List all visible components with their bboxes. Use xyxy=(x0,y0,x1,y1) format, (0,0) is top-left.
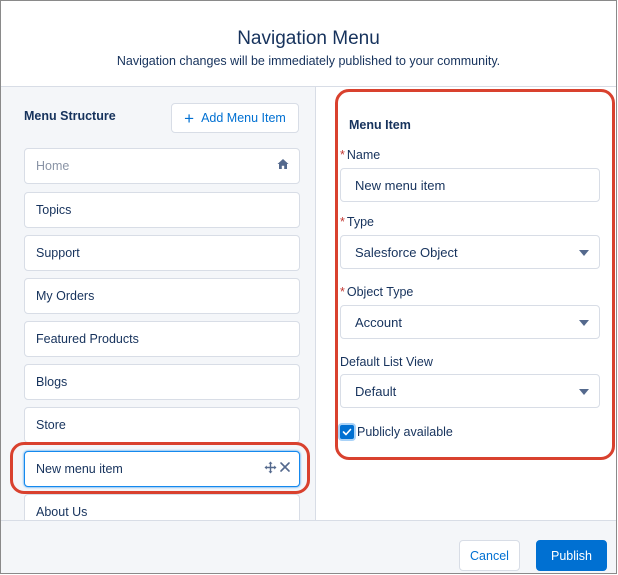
menu-item-about-us[interactable]: About Us xyxy=(24,494,300,520)
menu-item-featured-products[interactable]: Featured Products xyxy=(24,321,300,357)
add-menu-item-button[interactable]: + Add Menu Item xyxy=(171,103,299,133)
menu-item-label: Support xyxy=(36,246,80,260)
plus-icon: + xyxy=(184,108,195,128)
home-icon xyxy=(277,158,289,173)
menu-item-label: Store xyxy=(36,418,66,432)
menu-item-label: Topics xyxy=(36,203,72,217)
menu-item-label: About Us xyxy=(36,505,88,519)
menu-item-blogs[interactable]: Blogs xyxy=(24,364,300,400)
new-item-highlight-annotation xyxy=(10,442,310,494)
modal-header: Navigation Menu Navigation changes will … xyxy=(1,1,616,87)
modal-title: Navigation Menu xyxy=(237,28,380,49)
menu-structure-heading: Menu Structure xyxy=(24,109,116,123)
modal-footer: Cancel Publish xyxy=(1,520,616,573)
menu-item-topics[interactable]: Topics xyxy=(24,192,300,228)
menu-item-home[interactable]: Home xyxy=(24,148,300,184)
menu-item-label: My Orders xyxy=(36,289,95,303)
modal-subtitle: Navigation changes will be immediately p… xyxy=(116,54,501,68)
add-menu-item-label: Add Menu Item xyxy=(201,111,286,125)
menu-item-label: Blogs xyxy=(36,375,68,389)
menu-item-support[interactable]: Support xyxy=(24,235,300,271)
publish-button[interactable]: Publish xyxy=(536,540,607,571)
menu-item-label: Home xyxy=(36,159,70,173)
menu-item-highlight-annotation xyxy=(335,89,615,460)
menu-item-label: Featured Products xyxy=(36,332,139,346)
menu-item-store[interactable]: Store xyxy=(24,407,300,443)
navigation-menu-modal: Navigation Menu Navigation changes will … xyxy=(0,0,617,574)
menu-item-my-orders[interactable]: My Orders xyxy=(24,278,300,314)
cancel-button[interactable]: Cancel xyxy=(459,540,520,571)
